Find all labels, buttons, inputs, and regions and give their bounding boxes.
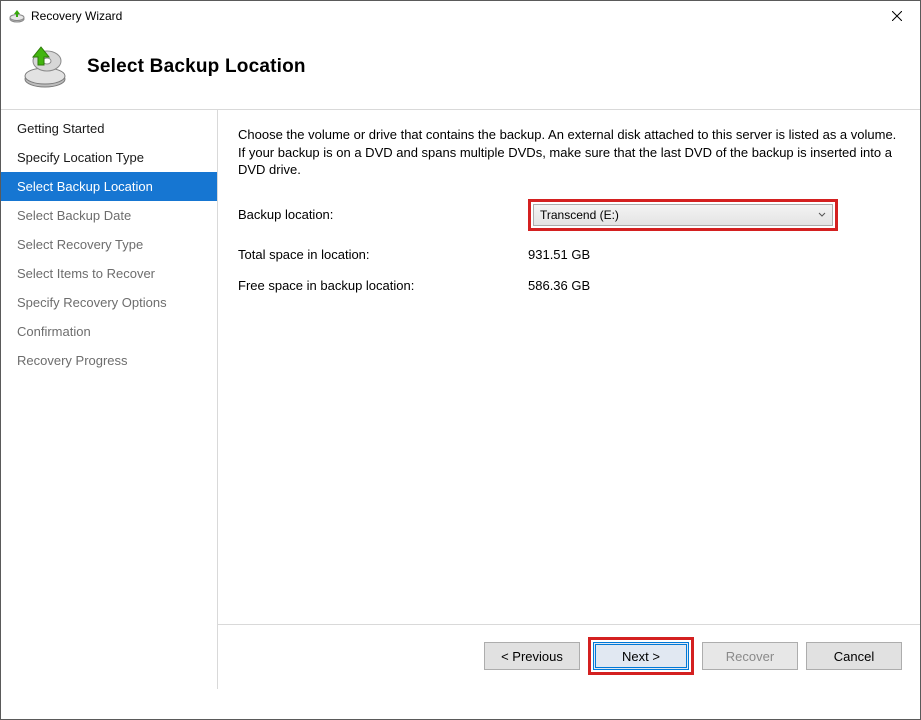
header: Select Backup Location (1, 31, 920, 109)
step-getting-started[interactable]: Getting Started (1, 114, 217, 143)
highlight-backup-location: Transcend (E:) (528, 199, 838, 231)
wizard-icon (21, 43, 69, 91)
next-button[interactable]: Next > (593, 642, 689, 670)
free-space-value: 586.36 GB (528, 278, 590, 293)
step-select-backup-date[interactable]: Select Backup Date (1, 201, 217, 230)
step-select-items-to-recover[interactable]: Select Items to Recover (1, 259, 217, 288)
wizard-steps-sidebar: Getting Started Specify Location Type Se… (1, 109, 217, 689)
free-space-label: Free space in backup location: (238, 278, 528, 293)
titlebar: Recovery Wizard (1, 1, 920, 31)
close-button[interactable] (874, 1, 920, 31)
highlight-next-button: Next > (588, 637, 694, 675)
wizard-footer: < Previous Next > Recover Cancel (218, 624, 920, 689)
content-pane: Choose the volume or drive that contains… (217, 109, 920, 689)
window-title: Recovery Wizard (31, 9, 122, 23)
step-recovery-progress[interactable]: Recovery Progress (1, 346, 217, 375)
step-specify-recovery-options[interactable]: Specify Recovery Options (1, 288, 217, 317)
backup-location-value: Transcend (E:) (540, 208, 619, 222)
page-heading: Select Backup Location (87, 56, 306, 78)
cancel-button[interactable]: Cancel (806, 642, 902, 670)
step-select-recovery-type[interactable]: Select Recovery Type (1, 230, 217, 259)
backup-location-dropdown[interactable]: Transcend (E:) (533, 204, 833, 226)
intro-text: Choose the volume or drive that contains… (238, 126, 900, 179)
chevron-down-icon (818, 211, 826, 219)
backup-location-label: Backup location: (238, 207, 528, 222)
step-confirmation[interactable]: Confirmation (1, 317, 217, 346)
step-specify-location-type[interactable]: Specify Location Type (1, 143, 217, 172)
recover-button: Recover (702, 642, 798, 670)
step-select-backup-location[interactable]: Select Backup Location (1, 172, 217, 201)
total-space-value: 931.51 GB (528, 247, 590, 262)
previous-button[interactable]: < Previous (484, 642, 580, 670)
app-icon (9, 8, 25, 24)
total-space-label: Total space in location: (238, 247, 528, 262)
